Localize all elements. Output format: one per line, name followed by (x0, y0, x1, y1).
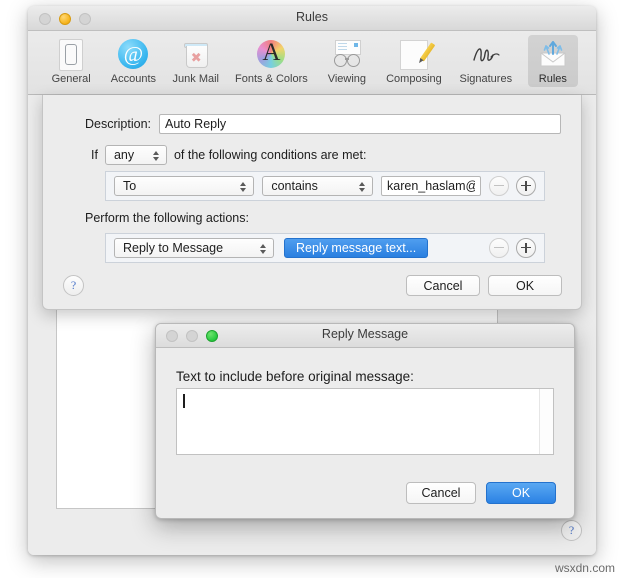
chevron-updown-icon (358, 179, 367, 195)
general-icon (55, 38, 87, 71)
chevron-updown-icon (239, 179, 248, 195)
chevron-updown-icon (259, 241, 268, 257)
toolbar-label-composing: Composing (386, 73, 442, 85)
watermark: wsxdn.com (554, 561, 615, 575)
condition-operator-popup[interactable]: contains (262, 176, 373, 196)
condition-operator-value: contains (271, 179, 318, 193)
accounts-icon: @ (117, 38, 149, 70)
composing-icon (398, 38, 436, 70)
reply-prompt-label: Text to include before original message: (176, 369, 414, 384)
reply-message-window: Reply Message Text to include before ori… (155, 323, 575, 519)
text-caret (183, 394, 185, 408)
remove-condition-button[interactable] (489, 176, 509, 196)
toolbar-label-signatures: Signatures (459, 73, 513, 85)
condition-field-popup[interactable]: To (114, 176, 255, 196)
sheet-help-button[interactable]: ? (63, 275, 84, 296)
toolbar-label-junk-mail: Junk Mail (172, 73, 219, 85)
toolbar-item-accounts[interactable]: @ Accounts (108, 35, 158, 87)
toolbar-label-accounts: Accounts (110, 73, 157, 85)
toolbar-item-viewing[interactable]: Viewing (322, 35, 372, 87)
rules-icon (537, 38, 569, 70)
vertical-scrollbar[interactable] (539, 389, 553, 454)
action-type-value: Reply to Message (123, 241, 224, 255)
description-row: Description: (85, 114, 561, 134)
actions-label: Perform the following actions: (85, 211, 249, 225)
toolbar-item-composing[interactable]: Composing (384, 35, 444, 87)
action-row: Reply to Message Reply message text... (105, 233, 545, 263)
window-titlebar: Rules (28, 6, 596, 31)
conditions-label: of the following conditions are met: (173, 148, 367, 162)
action-type-popup[interactable]: Reply to Message (114, 238, 274, 258)
condition-row: To contains (105, 171, 545, 201)
toolbar-label-rules: Rules (538, 73, 567, 85)
reply-window-titlebar: Reply Message (156, 324, 574, 348)
reply-cancel-button[interactable]: Cancel (406, 482, 476, 504)
chevron-updown-icon (152, 148, 161, 164)
if-label: If (91, 148, 98, 162)
toolbar-item-junk-mail[interactable]: ✖ Junk Mail (171, 35, 221, 87)
viewing-icon (331, 38, 363, 70)
condition-row-controls (489, 176, 536, 196)
sheet-action-buttons: Cancel OK (406, 275, 562, 296)
condition-value-input[interactable] (381, 176, 481, 196)
toolbar-item-fonts-colors[interactable]: Fonts & Colors (233, 35, 310, 87)
signatures-icon (470, 38, 502, 70)
description-input[interactable] (159, 114, 561, 134)
match-type-value: any (113, 148, 135, 162)
rule-editor-sheet: Description: If any of the following con… (42, 95, 582, 310)
reply-message-text-button[interactable]: Reply message text... (284, 238, 429, 258)
condition-field-value: To (123, 179, 137, 193)
description-label: Description: (85, 117, 151, 131)
if-condition-row: If any of the following conditions are m… (91, 145, 366, 165)
add-condition-button[interactable] (516, 176, 536, 196)
fonts-colors-icon (255, 38, 287, 70)
toolbar-label-fonts-colors: Fonts & Colors (235, 73, 308, 85)
window-title: Rules (296, 10, 328, 24)
reply-text-input[interactable] (176, 388, 554, 455)
match-type-popup[interactable]: any (104, 145, 167, 165)
toolbar-item-rules[interactable]: Rules (527, 35, 578, 87)
reply-action-buttons: Cancel OK (406, 482, 556, 504)
sheet-footer: ? Cancel OK (43, 275, 581, 297)
reply-ok-button[interactable]: OK (486, 482, 556, 504)
toolbar-item-general[interactable]: General (46, 35, 96, 87)
remove-action-button[interactable] (489, 238, 509, 258)
toolbar-label-viewing: Viewing (327, 73, 367, 85)
add-action-button[interactable] (516, 238, 536, 258)
reply-window-title: Reply Message (321, 327, 409, 341)
screenshot-root: Rules General @ Accounts ✖ Junk Mail A F… (0, 0, 623, 578)
junk-mail-icon: ✖ (180, 38, 212, 70)
help-button[interactable]: ? (561, 520, 582, 541)
toolbar-label-general: General (51, 73, 91, 85)
action-row-controls (489, 238, 536, 258)
sheet-ok-button[interactable]: OK (488, 275, 562, 296)
sheet-cancel-button[interactable]: Cancel (406, 275, 480, 296)
toolbar-item-signatures[interactable]: Signatures (456, 35, 516, 87)
preferences-toolbar: General @ Accounts ✖ Junk Mail Fonts & C… (28, 31, 596, 95)
